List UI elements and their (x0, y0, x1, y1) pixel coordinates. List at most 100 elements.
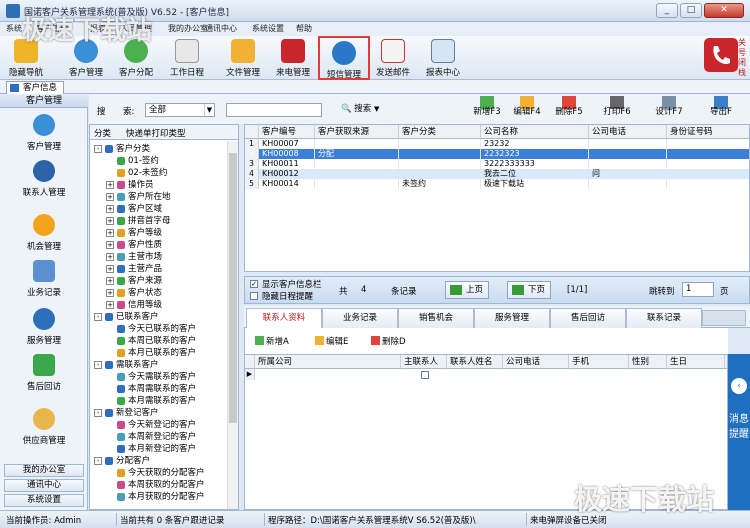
expand-icon[interactable]: + (106, 181, 114, 189)
expand-icon[interactable]: + (106, 265, 114, 273)
col-customer-id[interactable]: 客户编号 (259, 125, 315, 139)
col-source[interactable]: 客户获取来源 (315, 125, 399, 139)
delete-button[interactable]: 删除F5 (551, 94, 587, 124)
expand-icon[interactable]: + (106, 241, 114, 249)
expand-icon[interactable]: + (106, 205, 114, 213)
col-birthday[interactable]: 生日 (667, 355, 725, 369)
col-gender[interactable]: 性别 (629, 355, 667, 369)
tab-service[interactable]: 服务管理 (474, 308, 550, 328)
search-button[interactable]: 🔍 搜索 ▼ (341, 102, 379, 114)
node-icon (117, 397, 125, 405)
table-cell: 我去二位 (481, 169, 589, 179)
menu-system[interactable]: 系统 (6, 23, 22, 34)
expand-icon[interactable]: + (106, 217, 114, 225)
phone-call-icon[interactable] (704, 38, 738, 72)
page-indicator: [1/1] (567, 285, 588, 295)
send-mail-button[interactable]: 发送邮件 (372, 36, 414, 80)
minimize-button[interactable]: _ (656, 3, 678, 18)
menu-comm[interactable]: 通讯中心 (205, 23, 237, 34)
table-row[interactable]: 1 KH00007 23232 (245, 139, 749, 149)
table-cell: 问 (589, 169, 667, 179)
tab-contacts[interactable]: 联系人资料 (246, 308, 322, 329)
nav-comm-center[interactable]: 通讯中心 (4, 479, 84, 492)
report-center-button[interactable]: 报表中心 (420, 36, 466, 80)
expand-icon[interactable]: + (106, 193, 114, 201)
work-schedule-button[interactable]: 工作日程 (164, 36, 210, 80)
menu-help[interactable]: 帮助 (296, 23, 312, 34)
col-belong-company[interactable]: 所属公司 (255, 355, 401, 369)
collapse-icon[interactable]: - (94, 457, 102, 465)
collapse-icon[interactable]: - (94, 409, 102, 417)
tab-business[interactable]: 业务记录 (322, 308, 398, 328)
nav-item-contact[interactable]: 联系人管理 (0, 158, 88, 206)
expand-icon[interactable]: + (106, 277, 114, 285)
prev-page-button[interactable]: 上页 (445, 281, 489, 299)
export-button[interactable]: 导出F (703, 94, 739, 124)
expand-icon[interactable]: + (106, 229, 114, 237)
col-phone[interactable]: 公司电话 (589, 125, 667, 139)
tab-category[interactable]: 分类 (94, 127, 111, 139)
table-row[interactable]: 2 KH00008 分配 2232323 (245, 149, 749, 159)
nav-item-aftersale[interactable]: 售后回访 (0, 352, 88, 400)
nav-item-service[interactable]: 服务管理 (0, 306, 88, 354)
expand-icon[interactable]: + (106, 289, 114, 297)
col-mobile[interactable]: 手机 (569, 355, 629, 369)
scrollbar-thumb[interactable] (229, 153, 237, 423)
nav-item-supplier[interactable]: 供应商管理 (0, 406, 88, 454)
delete-contact-button[interactable]: 删除D (371, 335, 406, 347)
tree-node-label: 本周新登记的客户 (128, 432, 197, 442)
add-button[interactable]: 新增F3 (469, 94, 505, 124)
search-scope-select[interactable]: 全部 ▼ (145, 103, 215, 117)
menu-settings[interactable]: 系统设置 (252, 23, 284, 34)
nav-item-opportunity[interactable]: 机会管理 (0, 212, 88, 260)
menu-office[interactable]: 我的办公室 (168, 23, 208, 34)
nav-item-customer[interactable]: 客户管理 (0, 112, 88, 160)
edit-contact-button[interactable]: 编辑E (315, 335, 348, 347)
message-icon (332, 41, 356, 65)
col-contact-name[interactable]: 联系人姓名 (447, 355, 503, 369)
tab-scroll-buttons[interactable] (702, 310, 746, 326)
tab-contact-log[interactable]: 联系记录 (626, 308, 702, 328)
col-company[interactable]: 公司名称 (481, 125, 589, 139)
col-company-phone[interactable]: 公司电话 (503, 355, 569, 369)
add-contact-button[interactable]: 新增A (255, 335, 289, 347)
nav-system-settings[interactable]: 系统设置 (4, 494, 84, 507)
hide-schedule-checkbox[interactable] (250, 292, 258, 300)
collapse-icon[interactable]: - (94, 145, 102, 153)
primary-contact-checkbox[interactable] (421, 371, 429, 379)
nav-item-business[interactable]: 业务记录 (0, 258, 88, 306)
file-manage-button[interactable]: 文件管理 (220, 36, 266, 80)
collapse-icon[interactable]: - (94, 361, 102, 369)
jump-page-input[interactable]: 1 (682, 282, 714, 297)
tree-scrollbar[interactable] (227, 141, 238, 509)
print-button[interactable]: 打印F6 (599, 94, 635, 124)
tab-aftersale[interactable]: 售后回访 (550, 308, 626, 328)
maximize-button[interactable]: □ (680, 3, 702, 18)
close-button[interactable]: ✕ (704, 3, 744, 18)
status-path: 程序路径：D:\国诺客户关系管理系统V S6.52(普及版)\ (268, 516, 476, 526)
tree-node-label: 需联系客户 (116, 360, 159, 370)
col-idcard[interactable]: 身份证号码 (667, 125, 749, 139)
table-cell (315, 139, 399, 149)
table-row[interactable]: 4 KH00012 我去二位问 (245, 169, 749, 179)
show-panel-checkbox[interactable]: ✓ (250, 280, 258, 288)
expand-icon[interactable]: + (106, 301, 114, 309)
sms-manage-button[interactable]: 短信管理 (318, 36, 370, 80)
expand-icon[interactable]: + (106, 253, 114, 261)
collapse-icon[interactable]: - (94, 313, 102, 321)
next-page-button[interactable]: 下页 (507, 281, 551, 299)
search-input[interactable] (226, 103, 322, 117)
col-category[interactable]: 客户分类 (399, 125, 481, 139)
edit-button[interactable]: 编辑F4 (509, 94, 545, 124)
table-row[interactable]: 5 KH00014 未签约 极速下载站 (245, 179, 749, 189)
chevron-left-icon[interactable]: ‹ (731, 378, 747, 394)
table-row[interactable]: 3 KH00011 3222333333 (245, 159, 749, 169)
nav-my-office[interactable]: 我的办公室 (4, 464, 84, 477)
tab-customer-info[interactable]: 客户信息 (6, 81, 65, 94)
tab-opportunity[interactable]: 销售机会 (398, 308, 474, 328)
call-manage-button[interactable]: 来电管理 (270, 36, 316, 80)
col-primary-contact[interactable]: 主联系人 (401, 355, 447, 369)
tab-express-print[interactable]: 快递单打印类型 (126, 127, 186, 139)
design-button[interactable]: 设计F7 (651, 94, 687, 124)
message-reminder-panel[interactable]: ‹ 消息提醒 (728, 354, 750, 510)
